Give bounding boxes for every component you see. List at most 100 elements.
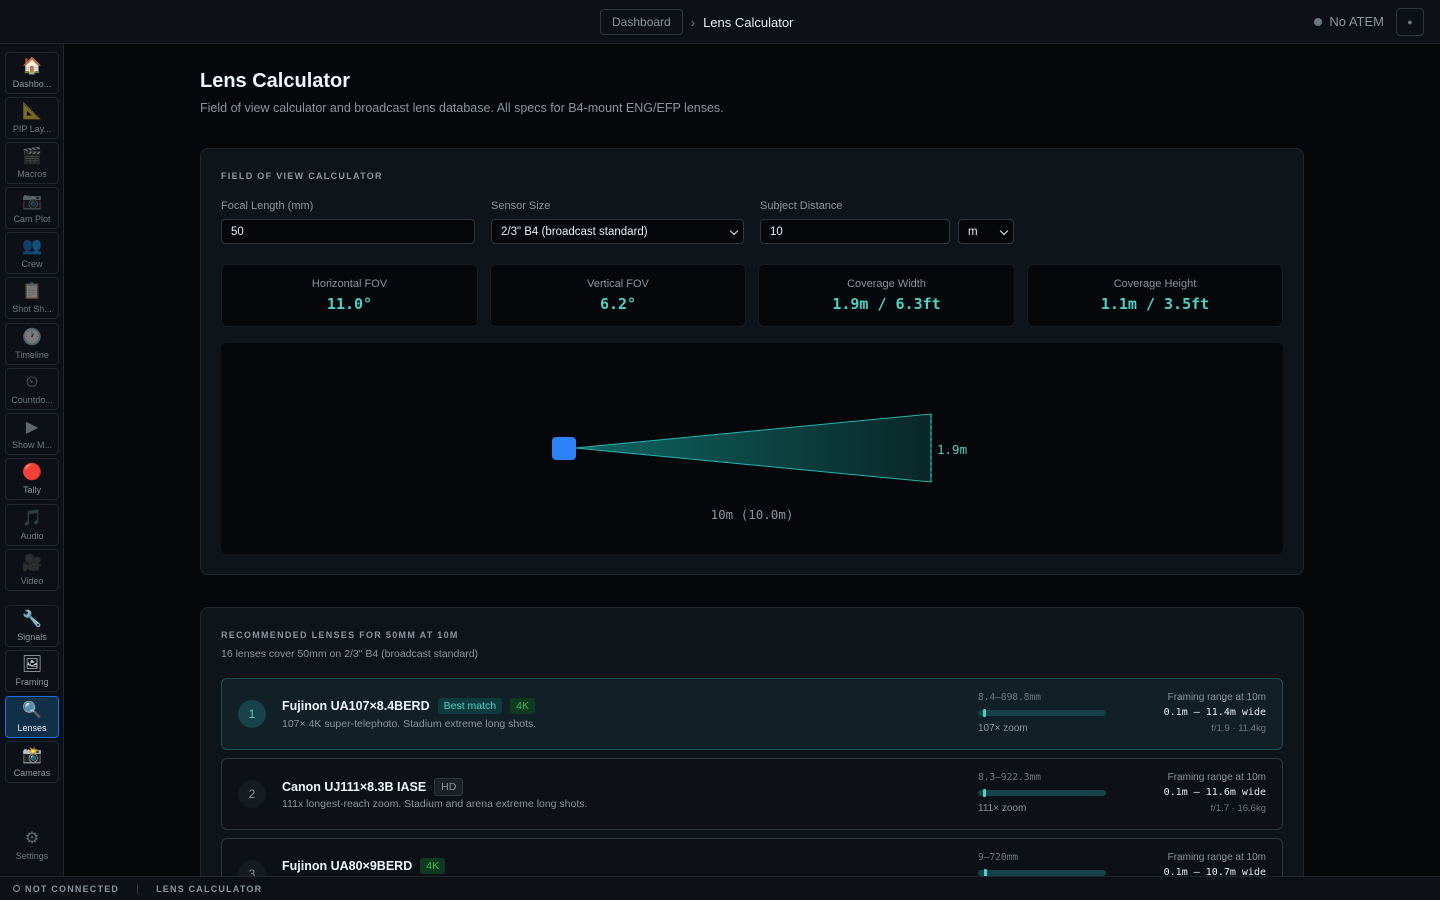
wrench-icon: 🔧	[22, 610, 42, 628]
lens-name-row: Fujinon UA80×9BERD 4K	[282, 858, 446, 874]
sidebar-item-cameras[interactable]: 📸 Cameras	[5, 741, 59, 783]
lens-spec: f/1.7 · 16.6kg	[1210, 803, 1266, 814]
framing-range-heading: Framing range at 10m	[1167, 852, 1266, 863]
sidebar-item-macros[interactable]: 🎬 Macros	[5, 142, 59, 184]
sidebar-item-framing[interactable]: 🖼 Framing	[5, 650, 59, 692]
sidebar-item-countdown[interactable]: ⏲ Countdo...	[5, 368, 59, 410]
zoom-ratio: 107× zoom	[978, 723, 1028, 734]
recommended-lenses-panel: Recommended lenses for 50mm at 10m 16 le…	[200, 607, 1304, 876]
sensor-size-label: Sensor Size	[491, 200, 551, 212]
lens-description: 111x longest-reach zoom. Stadium and are…	[282, 798, 588, 810]
gear-icon: ⚙	[24, 829, 40, 847]
stat-coverage-height: Coverage Height 1.1m / 3.5ft	[1027, 264, 1283, 327]
sidebar-item-label: Framing	[15, 676, 49, 687]
play-icon: ▶	[25, 418, 39, 436]
sidebar-item-crew[interactable]: 👥 Crew	[5, 232, 59, 274]
connection-button[interactable]: ●	[1396, 8, 1424, 36]
zoom-ratio: 111× zoom	[978, 803, 1027, 814]
ruler-icon: 📐	[22, 102, 42, 120]
sidebar-item-label: Shot Sh...	[12, 303, 52, 314]
focal-range-bar	[978, 789, 1106, 797]
stat-label: Coverage Width	[847, 278, 926, 290]
focal-range: 8.4–898.8mm	[978, 692, 1041, 703]
sensor-size-select[interactable]: 2/3" B4 (broadcast standard)	[491, 219, 744, 244]
stat-coverage-width: Coverage Width 1.9m / 6.3ft	[758, 264, 1015, 327]
clock-icon: 🕐	[22, 328, 42, 346]
lens-card[interactable]: 1 Fujinon UA107×8.4BERD Best match 4K 10…	[221, 678, 1283, 750]
home-icon: 🏠	[22, 57, 42, 75]
breadcrumb-separator: ›	[690, 14, 696, 30]
main-content: Lens Calculator Field of view calculator…	[64, 44, 1440, 876]
sidebar-item-label: Macros	[17, 168, 47, 179]
status-dot-icon	[1314, 17, 1323, 26]
lens-card[interactable]: 3 Fujinon UA80×9BERD 4K 9–720mm Framing …	[221, 838, 1283, 876]
lens-count-summary: 16 lenses cover 50mm on 2/3" B4 (broadca…	[221, 648, 479, 660]
camera-icon	[552, 437, 576, 460]
sidebar-item-label: Countdo...	[11, 394, 53, 405]
focal-range-bar	[978, 709, 1106, 717]
stat-label: Horizontal FOV	[311, 278, 388, 290]
timer-icon: ⏲	[25, 373, 39, 391]
sidebar-item-tally[interactable]: 🔴 Tally	[5, 458, 59, 500]
resolution-badge: 4K	[420, 858, 446, 874]
stat-value: 11.0°	[326, 295, 373, 313]
sidebar-item-video[interactable]: 🎥 Video	[5, 549, 59, 591]
connection-status-label: NOT CONNECTED	[25, 883, 120, 894]
coverage-width-label: 1.9m	[937, 442, 967, 457]
music-note-icon: 🎵	[22, 509, 42, 527]
dot-icon: ●	[1407, 17, 1413, 27]
fov-diagram: 1.9m 10m (10.0m)	[552, 413, 967, 522]
stat-value: 6.2°	[599, 295, 637, 313]
focal-range: 8.3–922.3mm	[978, 772, 1041, 783]
focal-length-input[interactable]: 50	[221, 219, 475, 244]
stat-label: Vertical FOV	[587, 278, 649, 290]
sidebar-item-audio[interactable]: 🎵 Audio	[5, 504, 59, 546]
framing-range-value: 0.1m – 10.7m wide	[1163, 867, 1266, 876]
sidebar-item-signals[interactable]: 🔧 Signals	[5, 605, 59, 647]
lens-name: Fujinon UA80×9BERD	[282, 859, 413, 873]
sidebar-item-pip-layout[interactable]: 📐 PIP Lay...	[5, 97, 59, 139]
chevron-down-icon	[999, 226, 1009, 236]
focal-marker	[983, 789, 986, 797]
subject-distance-input[interactable]: 10	[760, 219, 950, 244]
framing-range-heading: Framing range at 10m	[1167, 772, 1266, 783]
sidebar-item-label: Show M...	[11, 439, 52, 450]
chevron-down-icon	[729, 226, 739, 236]
sidebar-item-label: Audio	[20, 530, 44, 541]
section-heading: Recommended lenses for 50mm at 10m	[221, 630, 459, 640]
sidebar-item-cam-plot[interactable]: 📷 Cam Plot	[5, 187, 59, 229]
lens-card[interactable]: 2 Canon UJ111×8.3B IASE HD 111x longest-…	[221, 758, 1283, 830]
camera-flash-icon: 📸	[22, 746, 42, 764]
focal-marker	[983, 709, 986, 717]
sidebar-item-show-mode[interactable]: ▶ Show M...	[5, 413, 59, 455]
sidebar-item-shot-sheet[interactable]: 📋 Shot Sh...	[5, 277, 59, 319]
sidebar-item-timeline[interactable]: 🕐 Timeline	[5, 323, 59, 365]
sidebar-item-label: Tally	[22, 484, 41, 495]
camera-icon: 📷	[22, 192, 42, 210]
distance-label: 10m (10.0m)	[711, 507, 794, 522]
distance-unit-select[interactable]: m	[958, 219, 1014, 244]
distance-unit-value: m	[968, 225, 978, 238]
page-subtitle: Field of view calculator and broadcast l…	[200, 101, 724, 115]
sidebar-item-settings[interactable]: ⚙ Settings	[5, 824, 59, 866]
sidebar-item-dashboard[interactable]: 🏠 Dashbo...	[5, 52, 59, 94]
stat-value: 1.9m / 6.3ft	[832, 295, 941, 313]
clipboard-icon: 📋	[22, 282, 42, 300]
rank-badge: 2	[238, 780, 266, 808]
breadcrumb-current: Lens Calculator	[703, 14, 794, 30]
focal-range: 9–720mm	[978, 852, 1019, 863]
sidebar-item-label: Crew	[21, 258, 43, 269]
framing-range-value: 0.1m – 11.6m wide	[1163, 787, 1266, 798]
resolution-badge: 4K	[510, 698, 535, 714]
stat-vertical-fov: Vertical FOV 6.2°	[490, 264, 746, 327]
sidebar-item-lenses[interactable]: 🔍 Lenses	[5, 696, 59, 738]
sidebar-item-label: Timeline	[15, 349, 49, 360]
sidebar-item-label: Signals	[17, 631, 47, 642]
breadcrumb: Dashboard › Lens Calculator	[600, 9, 793, 35]
focal-marker	[984, 869, 987, 876]
lens-name-row: Canon UJ111×8.3B IASE HD	[282, 778, 464, 796]
fov-calculator-panel: Field of View Calculator Focal Length (m…	[200, 148, 1304, 575]
lens-description: 107× 4K super-telephoto. Stadium extreme…	[282, 718, 537, 730]
breadcrumb-dashboard-link[interactable]: Dashboard	[600, 9, 683, 35]
framing-range-heading: Framing range at 10m	[1167, 692, 1266, 703]
